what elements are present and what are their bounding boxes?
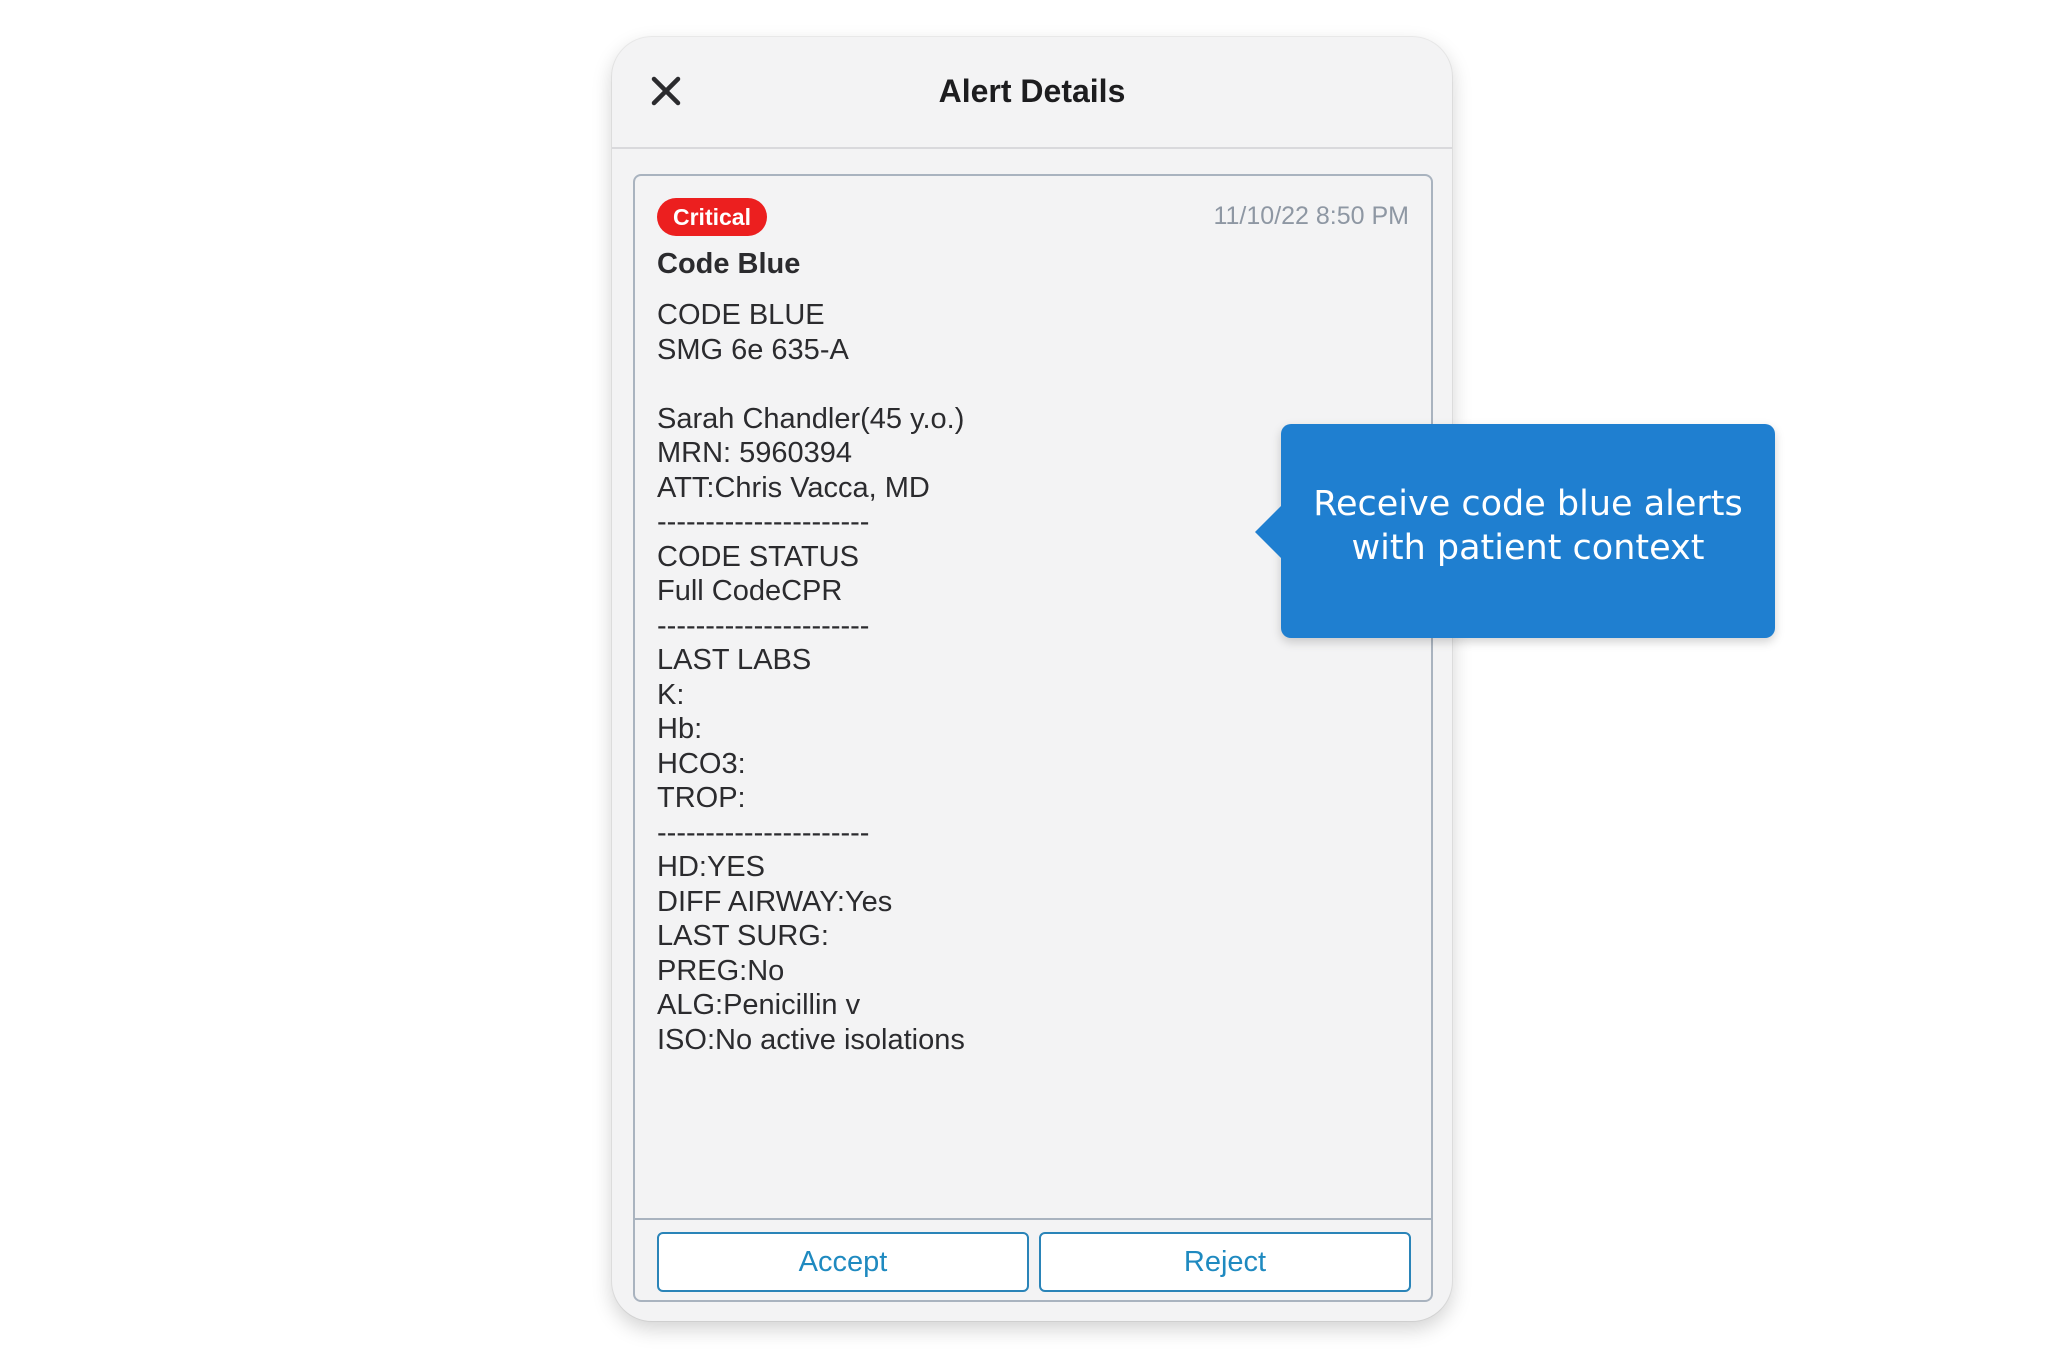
alert-body-line: DIFF AIRWAY:Yes [657,885,893,918]
alert-body-line: CODE BLUE [657,299,825,331]
alert-body-line: HCO3: [657,747,746,780]
alert-body-line: ---------------------- [657,506,870,538]
alert-body-line: ALG:Penicillin v [657,989,861,1021]
alert-card: Critical 11/10/22 8:50 PM Code Blue CODE… [633,174,1433,1302]
action-bar: Accept Reject [635,1218,1431,1300]
alert-body-line: LAST SURG: [657,920,829,952]
accept-button[interactable]: Accept [657,1232,1029,1292]
alert-body-line: ---------------------- [657,609,870,642]
reject-button[interactable]: Reject [1039,1232,1411,1292]
alert-body-line: PREG:No [657,954,785,987]
alert-body-line: MRN: 5960394 [657,437,853,469]
alert-body-line: Hb: [657,713,703,745]
critical-badge: Critical [657,198,767,236]
page-title: Alert Details [938,73,1126,109]
alert-body-line: LAST LABS [657,644,812,676]
alert-body-line: ATT:Chris Vacca, MD [657,471,930,504]
callout-text: Receive code blue alerts with patient co… [1313,484,1743,568]
alert-body-line: K: [657,678,685,711]
alert-body: CODE BLUE SMG 6e 635-A Sarah Chandler(45… [657,298,1397,1057]
alert-body-line: HD:YES [657,851,765,883]
alert-body-line: Sarah Chandler(45 y.o.) [657,402,965,435]
callout-pointer [1255,504,1283,560]
header: Alert Details [612,37,1452,149]
alert-body-line: ISO:No active isolations [657,1023,965,1056]
alert-body-line: TROP: [657,782,746,814]
alert-details-screen: Alert Details Critical 11/10/22 8:50 PM … [612,37,1452,1321]
alert-body-line: Full CodeCPR [657,575,843,607]
alert-body-line: CODE STATUS [657,540,859,573]
alert-timestamp: 11/10/22 8:50 PM [1213,202,1409,230]
alert-title: Code Blue [657,248,801,280]
alert-body-line: SMG 6e 635-A [657,333,849,366]
alert-body-line: ---------------------- [657,816,870,849]
feature-callout: Receive code blue alerts with patient co… [1255,424,1775,638]
